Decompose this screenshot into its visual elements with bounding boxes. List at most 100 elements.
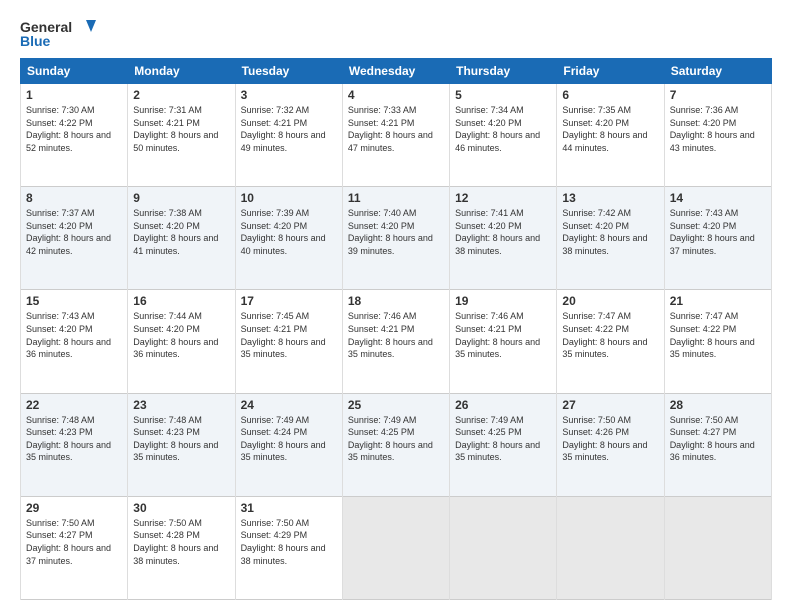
calendar-cell: 10 Sunrise: 7:39 AMSunset: 4:20 PMDayligh… bbox=[235, 187, 342, 290]
calendar-cell: 18Sunrise: 7:46 AMSunset: 4:21 PMDayligh… bbox=[342, 290, 449, 393]
day-number: 13 bbox=[562, 191, 658, 205]
day-info: Sunrise: 7:50 AMSunset: 4:29 PMDaylight:… bbox=[241, 517, 337, 567]
header: General Blue bbox=[20, 16, 772, 52]
day-info: Sunrise: 7:30 AMSunset: 4:22 PMDaylight:… bbox=[26, 104, 122, 154]
day-info: Sunrise: 7:34 AMSunset: 4:20 PMDaylight:… bbox=[455, 104, 551, 154]
day-info: Sunrise: 7:48 AMSunset: 4:23 PMDaylight:… bbox=[133, 414, 229, 464]
calendar-week: 1 Sunrise: 7:30 AMSunset: 4:22 PMDaylight… bbox=[21, 84, 772, 187]
header-day: Friday bbox=[557, 59, 664, 84]
day-number: 12 bbox=[455, 191, 551, 205]
day-info: Sunrise: 7:32 AMSunset: 4:21 PMDaylight:… bbox=[241, 104, 337, 154]
calendar-cell: 4Sunrise: 7:33 AMSunset: 4:21 PMDaylight… bbox=[342, 84, 449, 187]
calendar-cell: 17Sunrise: 7:45 AMSunset: 4:21 PMDayligh… bbox=[235, 290, 342, 393]
day-info: Sunrise: 7:46 AMSunset: 4:21 PMDaylight:… bbox=[455, 310, 551, 360]
day-number: 11 bbox=[348, 191, 444, 205]
calendar-cell: 31 Sunrise: 7:50 AMSunset: 4:29 PMDayligh… bbox=[235, 496, 342, 599]
day-number: 20 bbox=[562, 294, 658, 308]
calendar-cell: 16 Sunrise: 7:44 AMSunset: 4:20 PMDayligh… bbox=[128, 290, 235, 393]
day-number: 21 bbox=[670, 294, 766, 308]
calendar-cell: 19 Sunrise: 7:46 AMSunset: 4:21 PMDayligh… bbox=[450, 290, 557, 393]
calendar-cell bbox=[342, 496, 449, 599]
day-info: Sunrise: 7:47 AMSunset: 4:22 PMDaylight:… bbox=[670, 310, 766, 360]
header-day: Wednesday bbox=[342, 59, 449, 84]
day-info: Sunrise: 7:38 AMSunset: 4:20 PMDaylight:… bbox=[133, 207, 229, 257]
day-info: Sunrise: 7:31 AMSunset: 4:21 PMDaylight:… bbox=[133, 104, 229, 154]
day-info: Sunrise: 7:33 AMSunset: 4:21 PMDaylight:… bbox=[348, 104, 444, 154]
calendar-cell: 12Sunrise: 7:41 AMSunset: 4:20 PMDayligh… bbox=[450, 187, 557, 290]
calendar-cell: 3 Sunrise: 7:32 AMSunset: 4:21 PMDaylight… bbox=[235, 84, 342, 187]
logo: General Blue bbox=[20, 16, 100, 52]
day-info: Sunrise: 7:37 AMSunset: 4:20 PMDaylight:… bbox=[26, 207, 122, 257]
day-number: 10 bbox=[241, 191, 337, 205]
calendar-cell: 11 Sunrise: 7:40 AMSunset: 4:20 PMDayligh… bbox=[342, 187, 449, 290]
day-number: 19 bbox=[455, 294, 551, 308]
day-number: 1 bbox=[26, 88, 122, 102]
day-number: 16 bbox=[133, 294, 229, 308]
day-info: Sunrise: 7:47 AMSunset: 4:22 PMDaylight:… bbox=[562, 310, 658, 360]
day-info: Sunrise: 7:36 AMSunset: 4:20 PMDaylight:… bbox=[670, 104, 766, 154]
header-day: Tuesday bbox=[235, 59, 342, 84]
header-day: Sunday bbox=[21, 59, 128, 84]
calendar-week: 22 Sunrise: 7:48 AMSunset: 4:23 PMDayligh… bbox=[21, 393, 772, 496]
day-number: 8 bbox=[26, 191, 122, 205]
calendar-week: 15 Sunrise: 7:43 AMSunset: 4:20 PMDayligh… bbox=[21, 290, 772, 393]
calendar-cell: 26 Sunrise: 7:49 AMSunset: 4:25 PMDayligh… bbox=[450, 393, 557, 496]
logo-svg: General Blue bbox=[20, 16, 100, 52]
day-info: Sunrise: 7:43 AMSunset: 4:20 PMDaylight:… bbox=[670, 207, 766, 257]
day-info: Sunrise: 7:35 AMSunset: 4:20 PMDaylight:… bbox=[562, 104, 658, 154]
calendar-cell bbox=[664, 496, 771, 599]
day-number: 15 bbox=[26, 294, 122, 308]
day-info: Sunrise: 7:45 AMSunset: 4:21 PMDaylight:… bbox=[241, 310, 337, 360]
calendar-cell bbox=[557, 496, 664, 599]
day-number: 30 bbox=[133, 501, 229, 515]
calendar-cell: 22 Sunrise: 7:48 AMSunset: 4:23 PMDayligh… bbox=[21, 393, 128, 496]
calendar-cell: 21 Sunrise: 7:47 AMSunset: 4:22 PMDayligh… bbox=[664, 290, 771, 393]
calendar-table: SundayMondayTuesdayWednesdayThursdayFrid… bbox=[20, 58, 772, 600]
day-info: Sunrise: 7:50 AMSunset: 4:26 PMDaylight:… bbox=[562, 414, 658, 464]
svg-text:Blue: Blue bbox=[20, 33, 51, 49]
day-number: 5 bbox=[455, 88, 551, 102]
day-number: 23 bbox=[133, 398, 229, 412]
day-info: Sunrise: 7:49 AMSunset: 4:25 PMDaylight:… bbox=[348, 414, 444, 464]
calendar-cell: 14 Sunrise: 7:43 AMSunset: 4:20 PMDayligh… bbox=[664, 187, 771, 290]
calendar-week: 8 Sunrise: 7:37 AMSunset: 4:20 PMDaylight… bbox=[21, 187, 772, 290]
day-info: Sunrise: 7:50 AMSunset: 4:27 PMDaylight:… bbox=[670, 414, 766, 464]
page: General Blue SundayMondayTuesdayWednesda… bbox=[0, 0, 792, 612]
day-number: 7 bbox=[670, 88, 766, 102]
day-number: 25 bbox=[348, 398, 444, 412]
day-info: Sunrise: 7:49 AMSunset: 4:24 PMDaylight:… bbox=[241, 414, 337, 464]
calendar-cell: 25 Sunrise: 7:49 AMSunset: 4:25 PMDayligh… bbox=[342, 393, 449, 496]
day-number: 27 bbox=[562, 398, 658, 412]
calendar-cell: 1 Sunrise: 7:30 AMSunset: 4:22 PMDaylight… bbox=[21, 84, 128, 187]
day-info: Sunrise: 7:48 AMSunset: 4:23 PMDaylight:… bbox=[26, 414, 122, 464]
calendar-cell: 15 Sunrise: 7:43 AMSunset: 4:20 PMDayligh… bbox=[21, 290, 128, 393]
day-number: 22 bbox=[26, 398, 122, 412]
day-info: Sunrise: 7:42 AMSunset: 4:20 PMDaylight:… bbox=[562, 207, 658, 257]
calendar-cell: 7 Sunrise: 7:36 AMSunset: 4:20 PMDaylight… bbox=[664, 84, 771, 187]
day-info: Sunrise: 7:39 AMSunset: 4:20 PMDaylight:… bbox=[241, 207, 337, 257]
day-number: 14 bbox=[670, 191, 766, 205]
calendar-cell: 13 Sunrise: 7:42 AMSunset: 4:20 PMDayligh… bbox=[557, 187, 664, 290]
day-number: 24 bbox=[241, 398, 337, 412]
day-info: Sunrise: 7:44 AMSunset: 4:20 PMDaylight:… bbox=[133, 310, 229, 360]
calendar-cell: 6Sunrise: 7:35 AMSunset: 4:20 PMDaylight… bbox=[557, 84, 664, 187]
header-row: SundayMondayTuesdayWednesdayThursdayFrid… bbox=[21, 59, 772, 84]
day-number: 26 bbox=[455, 398, 551, 412]
day-number: 3 bbox=[241, 88, 337, 102]
calendar-cell bbox=[450, 496, 557, 599]
calendar: SundayMondayTuesdayWednesdayThursdayFrid… bbox=[20, 58, 772, 600]
calendar-cell: 9Sunrise: 7:38 AMSunset: 4:20 PMDaylight… bbox=[128, 187, 235, 290]
header-day: Saturday bbox=[664, 59, 771, 84]
calendar-cell: 27 Sunrise: 7:50 AMSunset: 4:26 PMDayligh… bbox=[557, 393, 664, 496]
calendar-cell: 2Sunrise: 7:31 AMSunset: 4:21 PMDaylight… bbox=[128, 84, 235, 187]
day-number: 31 bbox=[241, 501, 337, 515]
day-info: Sunrise: 7:50 AMSunset: 4:27 PMDaylight:… bbox=[26, 517, 122, 567]
header-day: Thursday bbox=[450, 59, 557, 84]
day-info: Sunrise: 7:40 AMSunset: 4:20 PMDaylight:… bbox=[348, 207, 444, 257]
day-number: 18 bbox=[348, 294, 444, 308]
day-number: 28 bbox=[670, 398, 766, 412]
calendar-cell: 5 Sunrise: 7:34 AMSunset: 4:20 PMDaylight… bbox=[450, 84, 557, 187]
day-info: Sunrise: 7:49 AMSunset: 4:25 PMDaylight:… bbox=[455, 414, 551, 464]
day-info: Sunrise: 7:50 AMSunset: 4:28 PMDaylight:… bbox=[133, 517, 229, 567]
day-info: Sunrise: 7:43 AMSunset: 4:20 PMDaylight:… bbox=[26, 310, 122, 360]
